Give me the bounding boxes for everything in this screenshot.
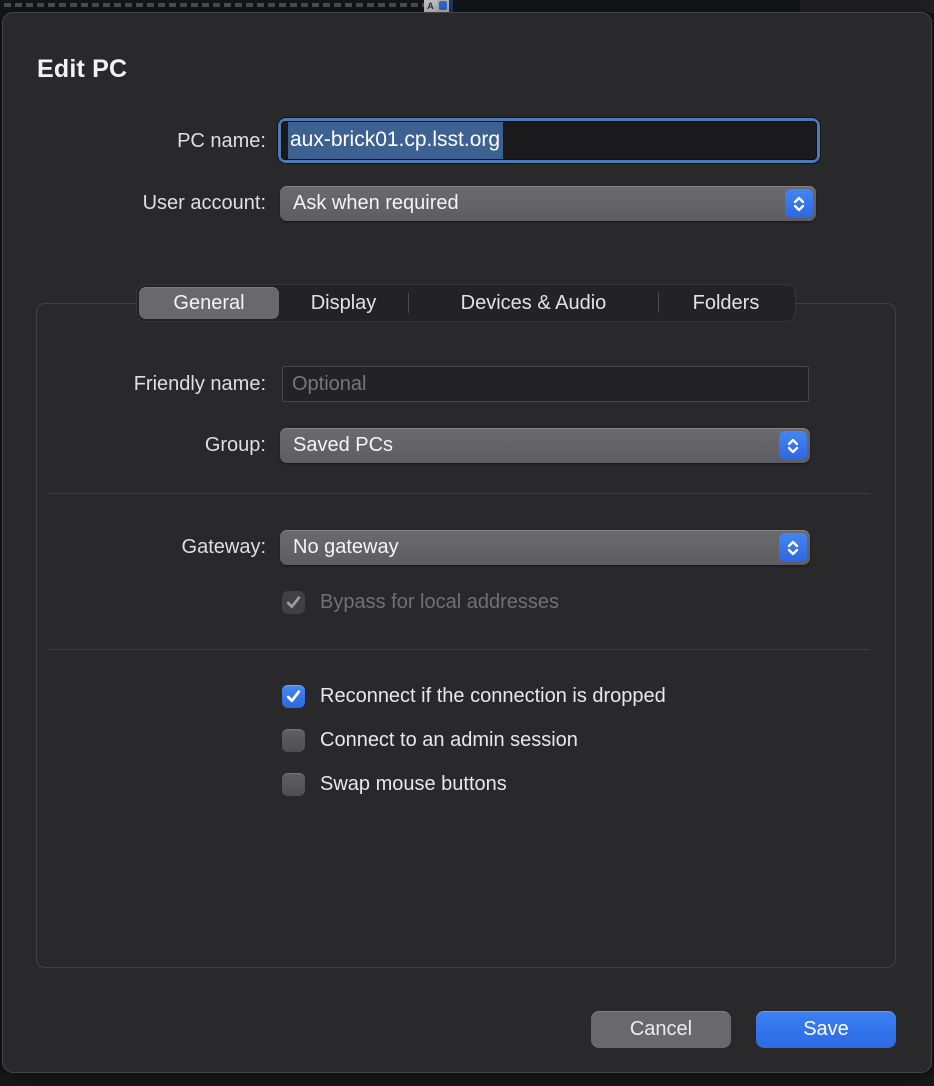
background-window-bottom: [0, 1073, 934, 1086]
dialog-title: Edit PC: [37, 55, 127, 84]
background-blue-icon: [437, 0, 449, 12]
user-account-label: User account:: [3, 192, 266, 215]
user-account-dropdown[interactable]: Ask when required: [280, 186, 816, 221]
tab-bar: General Display Devices & Audio Folders: [136, 284, 796, 322]
edit-pc-dialog: Edit PC PC name: aux-brick01.cp.lsst.org…: [2, 12, 932, 1073]
pc-name-selected-text: aux-brick01.cp.lsst.org: [288, 121, 503, 160]
tab-folders[interactable]: Folders: [659, 287, 793, 319]
general-tab-panel: [36, 303, 896, 968]
user-account-value: Ask when required: [293, 192, 459, 215]
tab-devices-audio[interactable]: Devices & Audio: [409, 287, 658, 319]
pc-name-label: PC name:: [3, 130, 266, 153]
tab-general[interactable]: General: [139, 287, 279, 319]
cancel-button[interactable]: Cancel: [591, 1011, 731, 1048]
save-button[interactable]: Save: [756, 1011, 896, 1048]
pc-name-input[interactable]: aux-brick01.cp.lsst.org: [278, 118, 820, 163]
tab-display[interactable]: Display: [279, 287, 408, 319]
pc-name-field-inner: aux-brick01.cp.lsst.org: [281, 121, 817, 160]
background-text-style-glyph: A: [424, 0, 437, 12]
background-blurred-text: [4, 3, 424, 7]
up-down-chevrons-icon: [785, 189, 813, 218]
